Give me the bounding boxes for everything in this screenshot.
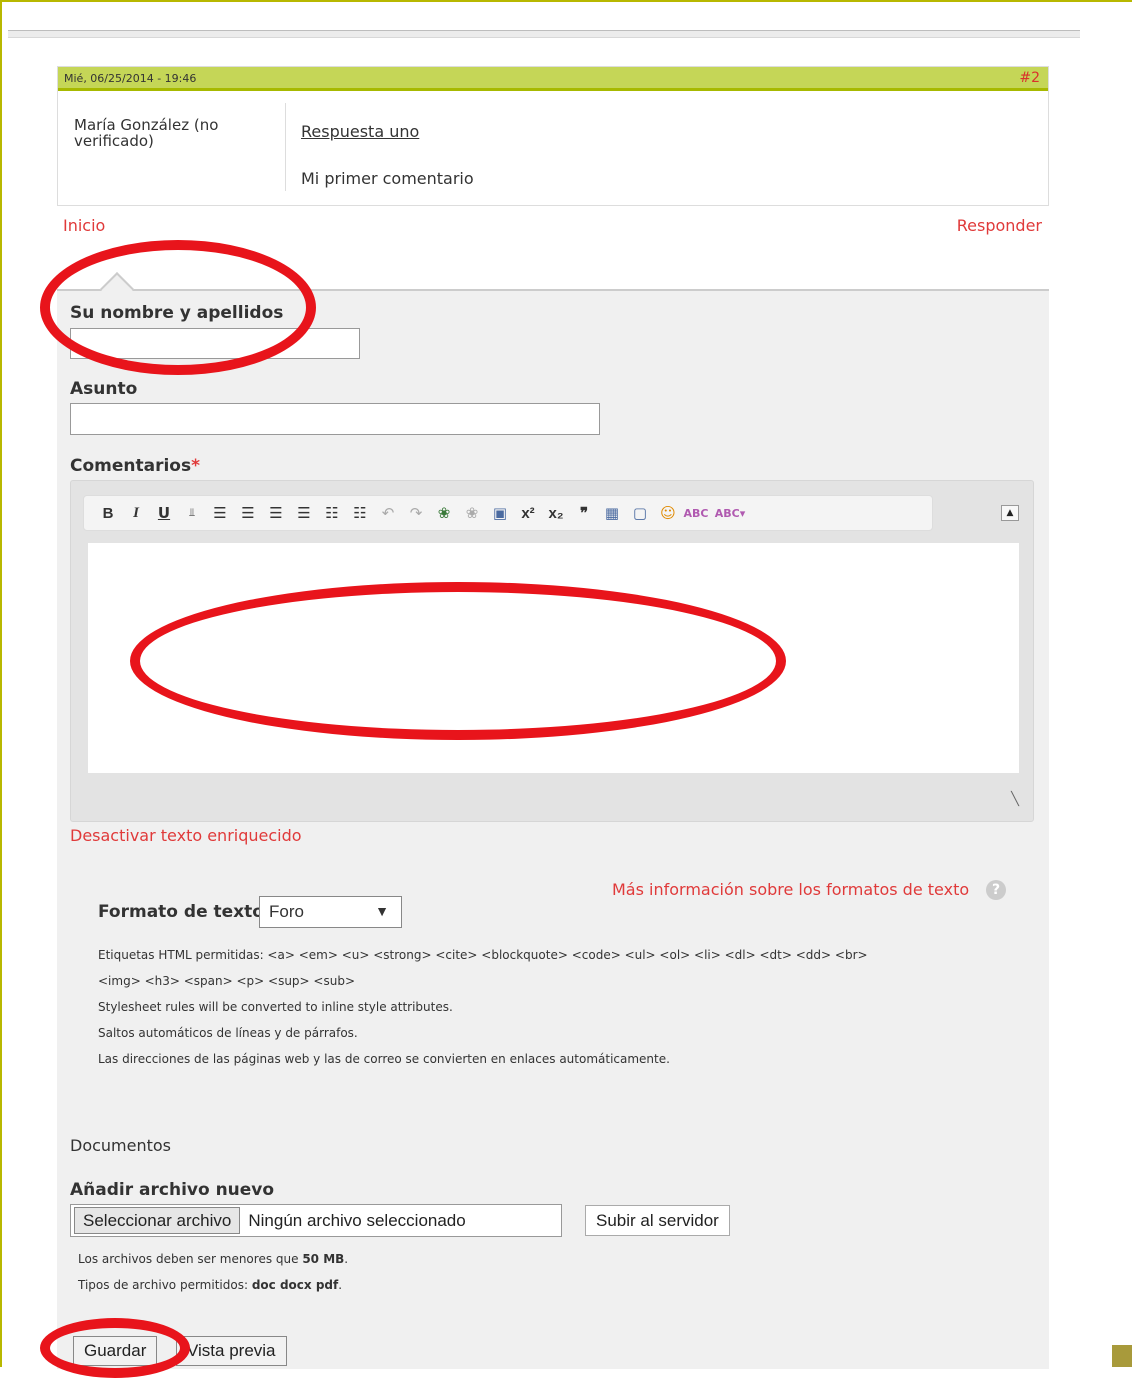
text-format-label: Formato de texto [98, 902, 264, 922]
reply-link[interactable]: Responder [957, 216, 1042, 235]
documents-title: Documentos [70, 1136, 172, 1155]
strikethrough-icon[interactable]: ⫫ [180, 501, 204, 525]
bulleted-list-icon[interactable]: ☷ [320, 501, 344, 525]
tip-line: Etiquetas HTML permitidas: <a> <em> <u> … [98, 948, 868, 962]
format-tips: Etiquetas HTML permitidas: <a> <em> <u> … [98, 942, 998, 1072]
select-all-icon[interactable]: ▢ [628, 501, 652, 525]
comment-body: Mi primer comentario [301, 169, 474, 188]
top-divider [8, 30, 1080, 38]
file-input[interactable]: Seleccionar archivo Ningún archivo selec… [70, 1204, 562, 1237]
comment-card: Mié, 06/25/2014 - 19:46 #2 María Gonzále… [57, 66, 1049, 206]
types-note-prefix: Tipos de archivo permitidos: [78, 1278, 248, 1292]
comment-number[interactable]: #2 [1019, 70, 1040, 86]
paste-word-icon[interactable]: ▦ [600, 501, 624, 525]
no-file-text: Ningún archivo seleccionado [248, 1210, 466, 1230]
comment-label-text: Comentarios [70, 456, 192, 476]
chevron-down-icon: ▼ [375, 903, 389, 919]
align-right-icon[interactable]: ☰ [264, 501, 288, 525]
upload-button[interactable]: Subir al servidor [585, 1205, 730, 1236]
comment-header: Mié, 06/25/2014 - 19:46 #2 [58, 67, 1048, 91]
size-note-suffix: . [344, 1252, 349, 1266]
spellcheck-dropdown-icon[interactable]: ABC▾ [712, 501, 748, 525]
rich-text-editor: B I U ⫫ ☰ ☰ ☰ ☰ ☷ ☷ ↶ ↷ ❀ ❀ ▣ x² x₂ ❞ ▦ … [70, 480, 1034, 822]
home-link[interactable]: Inicio [63, 216, 105, 235]
smiley-icon[interactable]: ☺ [656, 501, 680, 525]
resize-handle-icon[interactable]: ╲ [1011, 792, 1019, 807]
choose-file-button[interactable]: Seleccionar archivo [74, 1207, 241, 1234]
add-file-label: Añadir archivo nuevo [70, 1180, 275, 1200]
subject-label: Asunto [70, 379, 138, 399]
tip-line: Las direcciones de las páginas web y las… [98, 1052, 670, 1066]
subject-input[interactable] [70, 403, 600, 435]
tip-line: <img> <h3> <span> <p> <sup> <sub> [98, 974, 356, 988]
editor-toolbar: B I U ⫫ ☰ ☰ ☰ ☰ ☷ ☷ ↶ ↷ ❀ ❀ ▣ x² x₂ ❞ ▦ … [83, 495, 933, 531]
redo-icon[interactable]: ↷ [404, 501, 428, 525]
required-mark: * [191, 456, 200, 476]
unlink-icon[interactable]: ❀ [460, 501, 484, 525]
align-justify-icon[interactable]: ☰ [292, 501, 316, 525]
comment-author: María González (no verificado) [74, 116, 219, 150]
disable-rich-text-link[interactable]: Desactivar texto enriquecido [70, 826, 302, 845]
undo-icon[interactable]: ↶ [376, 501, 400, 525]
types-note-value: doc docx pdf [251, 1278, 339, 1292]
underline-icon[interactable]: U [152, 501, 176, 525]
format-help-link[interactable]: Más información sobre los formatos de te… [612, 880, 969, 899]
align-center-icon[interactable]: ☰ [236, 501, 260, 525]
collapse-toolbar-icon[interactable]: ▲ [1001, 505, 1019, 521]
preview-button[interactable]: Vista previa [176, 1336, 287, 1366]
blockquote-icon[interactable]: ❞ [572, 501, 596, 525]
file-size-note: Los archivos deben ser menores que 50 MB… [78, 1252, 348, 1266]
name-input[interactable] [70, 328, 360, 359]
superscript-icon[interactable]: x² [516, 501, 540, 525]
comment-editor-input[interactable] [88, 543, 1019, 773]
subscript-icon[interactable]: x₂ [544, 501, 568, 525]
comment-label: Comentarios* [70, 456, 200, 476]
save-button[interactable]: Guardar [73, 1336, 158, 1366]
help-icon[interactable]: ? [986, 880, 1006, 900]
comment-date: Mié, 06/25/2014 - 19:46 [64, 72, 197, 85]
align-left-icon[interactable]: ☰ [208, 501, 232, 525]
corner-block [1112, 1345, 1132, 1367]
size-note-value: 50 MB [302, 1252, 345, 1266]
tip-line: Saltos automáticos de líneas y de párraf… [98, 1026, 358, 1040]
spellcheck-icon[interactable]: ABC [684, 501, 709, 525]
comment-divider [285, 103, 286, 191]
comment-subject-link[interactable]: Respuesta uno [301, 122, 419, 141]
tip-line: Stylesheet rules will be converted to in… [98, 1000, 453, 1014]
types-note-suffix: . [338, 1278, 343, 1292]
image-icon[interactable]: ▣ [488, 501, 512, 525]
size-note-prefix: Los archivos deben ser menores que [78, 1252, 299, 1266]
file-types-note: Tipos de archivo permitidos: doc docx pd… [78, 1278, 342, 1292]
numbered-list-icon[interactable]: ☷ [348, 501, 372, 525]
name-label: Su nombre y apellidos [70, 303, 284, 323]
text-format-value: Foro [269, 902, 304, 921]
bold-icon[interactable]: B [96, 501, 120, 525]
link-icon[interactable]: ❀ [432, 501, 456, 525]
text-format-select[interactable]: Foro ▼ [259, 896, 402, 928]
italic-icon[interactable]: I [124, 501, 148, 525]
right-gutter [1082, 40, 1132, 1367]
